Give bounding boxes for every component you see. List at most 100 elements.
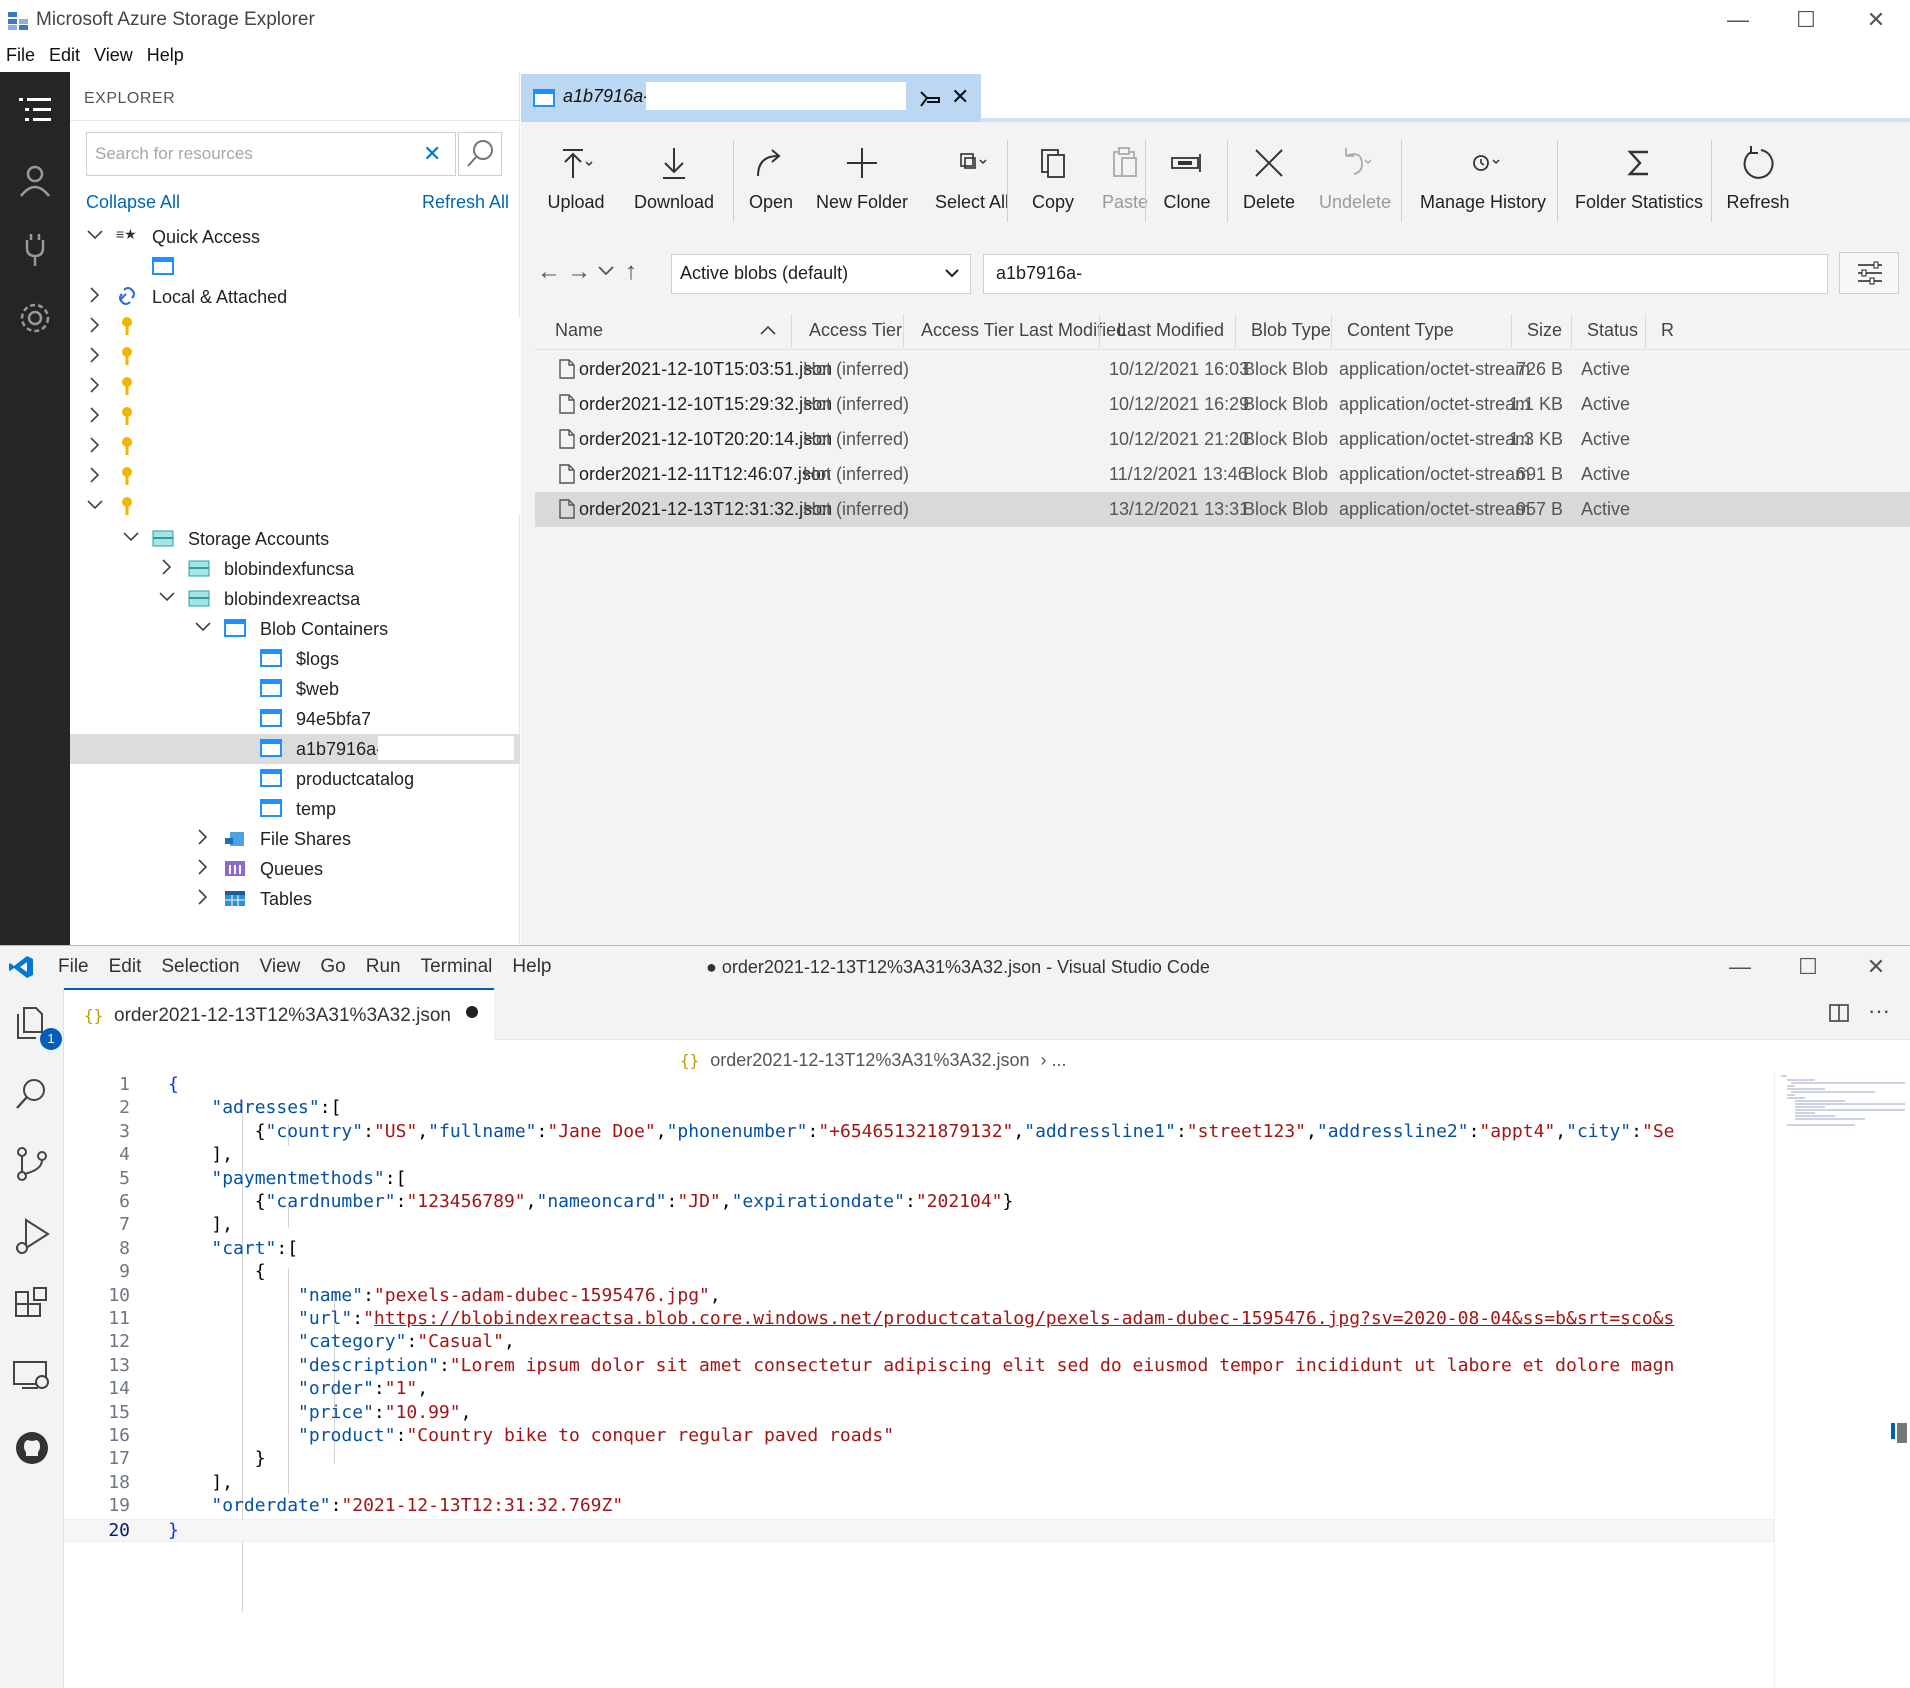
code-line[interactable]: 1{: [64, 1074, 1774, 1097]
col-header-access-tier[interactable]: Access Tier: [809, 320, 902, 341]
scrollbar-thumb[interactable]: [1897, 1423, 1907, 1443]
explorer-files-button[interactable]: 1: [10, 1000, 62, 1050]
close-window-button[interactable]: ✕: [1846, 4, 1906, 36]
container-tab[interactable]: a1b7916a- ✕: [521, 74, 981, 122]
table-row[interactable]: order2021-12-13T12:31:32.json Hot (inferr…: [535, 492, 1910, 527]
source-control-icon[interactable]: [10, 1142, 54, 1186]
menu-help[interactable]: Help: [141, 42, 192, 72]
delete-button[interactable]: Delete: [1229, 126, 1309, 236]
split-editor-icon[interactable]: [1828, 1002, 1850, 1024]
code-line[interactable]: 9 {: [64, 1261, 1774, 1284]
menu-edit[interactable]: Edit: [43, 42, 88, 72]
vsc-menu-edit[interactable]: Edit: [101, 956, 154, 978]
code-line[interactable]: 17 }: [64, 1448, 1774, 1471]
tree-item-local-attached[interactable]: Local & Attached: [70, 282, 520, 312]
code-line[interactable]: 6 {"cardnumber":"123456789","nameoncard"…: [64, 1191, 1774, 1214]
settings-gear-icon[interactable]: [15, 298, 55, 338]
undelete-button[interactable]: Undelete: [1309, 126, 1401, 236]
col-header-name[interactable]: Name: [555, 320, 603, 341]
vsc-menu-selection[interactable]: Selection: [153, 956, 251, 978]
close-tab-icon[interactable]: ✕: [951, 84, 969, 110]
col-header-more[interactable]: R: [1661, 320, 1674, 341]
menu-view[interactable]: View: [88, 42, 141, 72]
explorer-list-icon[interactable]: [15, 90, 55, 130]
code-line[interactable]: 3 {"country":"US","fullname":"Jane Doe",…: [64, 1121, 1774, 1144]
vsc-maximize-button[interactable]: ☐: [1778, 951, 1838, 983]
copy-button[interactable]: Copy: [1013, 126, 1093, 236]
clone-button[interactable]: Clone: [1147, 126, 1227, 236]
maximize-button[interactable]: ☐: [1776, 4, 1836, 36]
tree-item-account-blobindexreactsa[interactable]: blobindexreactsa: [70, 584, 520, 614]
minimap[interactable]: [1774, 1072, 1910, 1688]
breadcrumb-file[interactable]: order2021-12-13T12%3A31%3A32.json: [710, 1050, 1029, 1070]
col-header-size[interactable]: Size: [1527, 320, 1562, 341]
collapse-all-link[interactable]: Collapse All: [86, 192, 180, 213]
select-all-button[interactable]: Select All: [917, 126, 1027, 236]
more-actions-icon[interactable]: ···: [1868, 998, 1890, 1024]
github-icon[interactable]: [10, 1426, 54, 1470]
search-icon[interactable]: [10, 1072, 54, 1116]
sort-ascending-icon[interactable]: [759, 324, 777, 336]
account-icon[interactable]: [15, 160, 55, 200]
code-line[interactable]: 7 ],: [64, 1214, 1774, 1237]
code-editor[interactable]: 1{2 "adresses":[3 {"country":"US","fulln…: [64, 1072, 1910, 1688]
connect-plug-icon[interactable]: [15, 230, 55, 270]
download-button[interactable]: Download: [621, 126, 727, 236]
code-line[interactable]: 5 "paymentmethods":[: [64, 1168, 1774, 1191]
upload-button[interactable]: Upload: [531, 126, 621, 236]
vsc-minimize-button[interactable]: —: [1710, 951, 1770, 983]
code-line[interactable]: 13 "description":"Lorem ipsum dolor sit …: [64, 1355, 1774, 1378]
extensions-icon[interactable]: [10, 1284, 54, 1328]
back-arrow-icon[interactable]: ←: [537, 258, 561, 286]
vsc-menu-terminal[interactable]: Terminal: [413, 956, 505, 978]
tree-item-storage-accounts[interactable]: Storage Accounts: [70, 524, 520, 554]
code-line[interactable]: 20}: [64, 1518, 1774, 1542]
col-header-blob-type[interactable]: Blob Type: [1251, 320, 1331, 341]
open-button[interactable]: Open: [735, 126, 807, 236]
folder-statistics-button[interactable]: Folder Statistics: [1559, 126, 1719, 236]
code-line[interactable]: 8 "cart":[: [64, 1238, 1774, 1261]
clear-search-icon[interactable]: ✕: [423, 141, 441, 167]
code-line[interactable]: 15 "price":"10.99",: [64, 1402, 1774, 1425]
tree-item-quick-access-container[interactable]: [70, 252, 520, 282]
tree-item-container-a1b7916a[interactable]: a1b7916a-: [70, 734, 520, 764]
tree-item-container-web[interactable]: $web: [70, 674, 520, 704]
code-line[interactable]: 4 ],: [64, 1144, 1774, 1167]
new-folder-button[interactable]: New Folder: [807, 126, 917, 236]
col-header-status[interactable]: Status: [1587, 320, 1638, 341]
tree-item-container-temp[interactable]: temp: [70, 794, 520, 824]
editor-tab-json[interactable]: {} order2021-12-13T12%3A31%3A32.json: [64, 988, 494, 1040]
vsc-close-button[interactable]: ✕: [1846, 951, 1906, 983]
search-button[interactable]: [458, 132, 502, 176]
chevron-down-icon[interactable]: [597, 264, 615, 278]
forward-arrow-icon[interactable]: →: [567, 258, 591, 286]
pin-tab-icon[interactable]: [917, 88, 941, 108]
path-input[interactable]: a1b7916a-: [983, 254, 1828, 294]
vsc-menu-file[interactable]: File: [50, 956, 101, 978]
minimize-button[interactable]: —: [1708, 4, 1768, 36]
view-mode-select[interactable]: Active blobs (default): [671, 254, 971, 294]
tree-item-blob-containers[interactable]: Blob Containers: [70, 614, 520, 644]
vsc-menu-run[interactable]: Run: [358, 956, 413, 978]
remote-explorer-icon[interactable]: [10, 1354, 54, 1398]
table-row[interactable]: order2021-12-10T15:03:51.json Hot (inferr…: [535, 352, 1910, 387]
tree-item-container-logs[interactable]: $logs: [70, 644, 520, 674]
tree-item-file-shares[interactable]: File Shares: [70, 824, 520, 854]
col-header-last-modified[interactable]: Last Modified: [1117, 320, 1224, 341]
manage-history-button[interactable]: Manage History: [1403, 126, 1563, 236]
column-options-button[interactable]: [1839, 252, 1899, 294]
tree-item-account-blobindexfuncsa[interactable]: blobindexfuncsa: [70, 554, 520, 584]
run-debug-icon[interactable]: [10, 1214, 54, 1258]
table-row[interactable]: order2021-12-10T15:29:32.json Hot (inferr…: [535, 387, 1910, 422]
code-line[interactable]: 10 "name":"pexels-adam-dubec-1595476.jpg…: [64, 1285, 1774, 1308]
refresh-all-link[interactable]: Refresh All: [422, 192, 509, 213]
vsc-menu-go[interactable]: Go: [312, 956, 357, 978]
code-line[interactable]: 16 "product":"Country bike to conquer re…: [64, 1425, 1774, 1448]
vsc-menu-view[interactable]: View: [252, 956, 313, 978]
search-input[interactable]: [87, 133, 407, 175]
code-line[interactable]: 14 "order":"1",: [64, 1378, 1774, 1401]
tree-item-queues[interactable]: Queues: [70, 854, 520, 884]
breadcrumb-more[interactable]: › ...: [1041, 1050, 1067, 1070]
tree-item-quick-access[interactable]: ≡★ Quick Access: [70, 222, 520, 252]
vsc-menu-help[interactable]: Help: [504, 956, 563, 978]
